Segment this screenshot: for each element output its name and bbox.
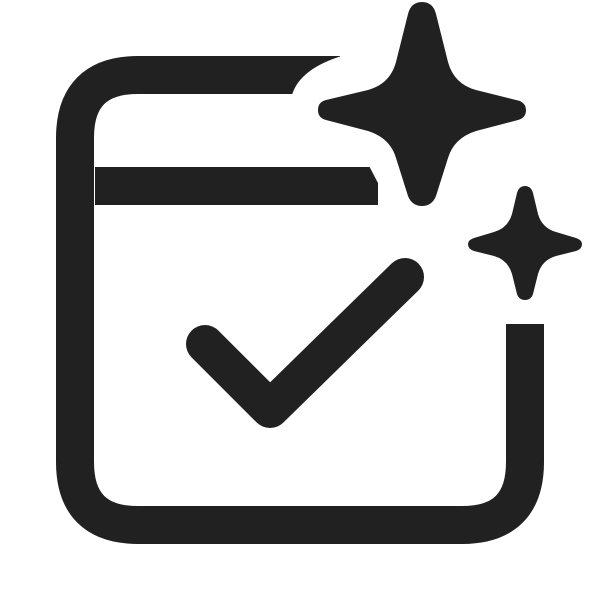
checkmark-icon — [186, 258, 424, 428]
calendar-checkmark-sparkle-icon — [56, 2, 582, 544]
small-sparkle-icon — [468, 186, 582, 300]
calendar-frame — [56, 56, 544, 544]
icon-canvas — [0, 0, 600, 600]
